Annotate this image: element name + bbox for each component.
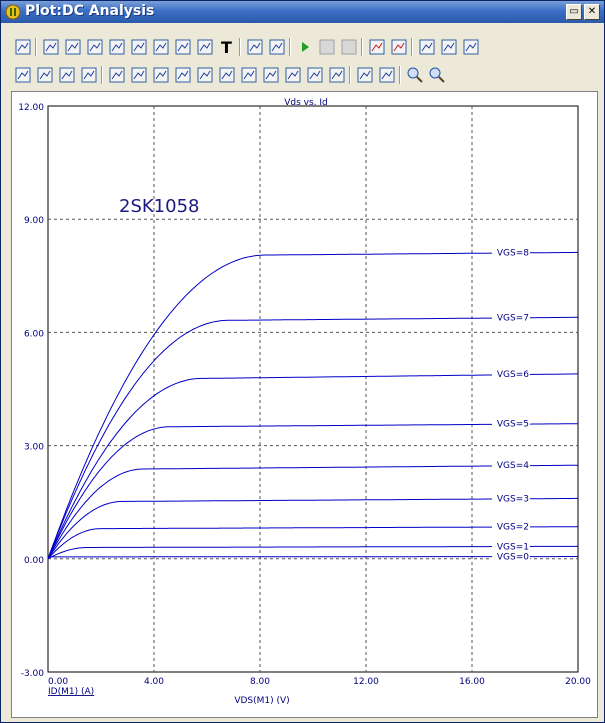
y-tick-label: 12.00 <box>18 103 44 113</box>
x-axis-icon[interactable] <box>13 65 33 85</box>
cursor-inflection-icon[interactable] <box>305 65 325 85</box>
curve-vgs-5[interactable] <box>47 423 578 560</box>
cursor-all-icon[interactable] <box>327 65 347 85</box>
toolbar-separator <box>399 66 401 84</box>
x-axis-label: VDS(M1) (V) <box>234 696 289 706</box>
device-annotation: 2SK1058 <box>119 196 200 217</box>
chart-title: Vds vs. Id <box>284 98 328 108</box>
cursor-slope-icon[interactable] <box>239 65 259 85</box>
list-icon[interactable] <box>79 65 99 85</box>
window-title: Plot:DC Analysis <box>25 3 155 19</box>
select-arrow-icon[interactable] <box>41 37 61 57</box>
tile-icon[interactable] <box>417 37 437 57</box>
stop-icon[interactable] <box>317 37 337 57</box>
cursor-high-icon[interactable] <box>151 65 171 85</box>
toolbar-separator <box>411 38 413 56</box>
zoom-fit-icon[interactable] <box>85 37 105 57</box>
function-icon[interactable] <box>195 37 215 57</box>
cursor-peak-icon[interactable] <box>129 65 149 85</box>
x-tick-label: 12.00 <box>353 677 379 687</box>
zoom-out-icon[interactable] <box>427 65 447 85</box>
close-button[interactable]: ✕ <box>584 4 600 20</box>
dc-analysis-chart[interactable]: -3.000.003.006.009.0012.000.00 4.00 8.00 12… <box>12 92 597 717</box>
plot-area[interactable]: -3.00 0.00 3.00 6.00 9.00 12.00 0.00 4.00 8.00 12… <box>11 91 598 718</box>
x-tick-label: 16.00 <box>459 677 485 687</box>
x-tick-label: 4.00 <box>144 677 164 687</box>
cursor-lines-icon[interactable] <box>107 65 127 85</box>
curve-label: VGS=7 <box>497 313 529 323</box>
settings-icon[interactable] <box>267 37 287 57</box>
fit-box-icon[interactable] <box>377 65 397 85</box>
y-tick-label: 6.00 <box>24 329 44 339</box>
cursor-max-icon[interactable] <box>195 65 215 85</box>
y-axis-label[interactable]: ID(M1) (A) <box>48 687 94 697</box>
curve-label: VGS=2 <box>497 523 529 533</box>
x-tick-label: 0.00 <box>48 677 68 687</box>
curve-label: VGS=5 <box>497 420 529 430</box>
curve-label: VGS=1 <box>497 542 529 552</box>
text-icon[interactable]: T <box>217 37 237 57</box>
tile-v-icon[interactable] <box>461 37 481 57</box>
toolbar-top: T <box>11 35 596 59</box>
y-tick-label: 0.00 <box>24 556 44 566</box>
y-tick-label: 3.00 <box>24 443 44 453</box>
cursor-prev-icon[interactable] <box>283 65 303 85</box>
x-tick-label: 20.00 <box>565 677 591 687</box>
toolbar-separator <box>101 66 103 84</box>
run-icon[interactable] <box>295 37 315 57</box>
curve-label: VGS=3 <box>497 494 529 504</box>
curve-label: VGS=8 <box>497 248 529 258</box>
title-bar[interactable]: Plot:DC Analysis ▭ ✕ <box>1 1 604 23</box>
x-tick-label: 8.00 <box>250 677 270 687</box>
pause-icon[interactable] <box>339 37 359 57</box>
svg-text:T: T <box>221 38 232 57</box>
toolbar-cursor <box>11 63 596 87</box>
y-tick-label: 9.00 <box>24 216 44 226</box>
zoom-in-icon[interactable] <box>405 65 425 85</box>
toolbar-separator <box>239 38 241 56</box>
toolbar-separator <box>35 38 37 56</box>
app-icon <box>5 4 21 20</box>
toolbar-separator <box>361 38 363 56</box>
stepping-off-icon[interactable] <box>389 37 409 57</box>
cursor-icon[interactable] <box>151 37 171 57</box>
properties-icon[interactable] <box>245 37 265 57</box>
curve-label: VGS=4 <box>497 461 529 471</box>
cursor-min-icon[interactable] <box>217 65 237 85</box>
tile-h-icon[interactable] <box>439 37 459 57</box>
cursor-next-icon[interactable] <box>261 65 281 85</box>
pan-dropdown-icon[interactable] <box>63 37 83 57</box>
peak-icon[interactable] <box>173 37 193 57</box>
print-icon[interactable] <box>13 37 33 57</box>
toolbar-separator <box>289 38 291 56</box>
zoom-axis-icon[interactable] <box>57 65 77 85</box>
scale-icon[interactable] <box>129 37 149 57</box>
fit-icon[interactable] <box>355 65 375 85</box>
cursor-low-icon[interactable] <box>173 65 193 85</box>
curve-label: VGS=0 <box>497 553 529 563</box>
grid-icon[interactable] <box>107 37 127 57</box>
stepping-icon[interactable] <box>367 37 387 57</box>
y-axis-icon[interactable] <box>35 65 55 85</box>
plot-window: Plot:DC Analysis ▭ ✕ T -3.00 0.00 3.00 6.00… <box>0 0 605 723</box>
restore-button[interactable]: ▭ <box>566 4 582 20</box>
curve-vgs-8[interactable] <box>47 251 578 559</box>
toolbar-separator <box>349 66 351 84</box>
plot-frame <box>47 105 579 673</box>
y-tick-label: -3.00 <box>21 669 45 679</box>
curve-label: VGS=6 <box>497 370 529 380</box>
